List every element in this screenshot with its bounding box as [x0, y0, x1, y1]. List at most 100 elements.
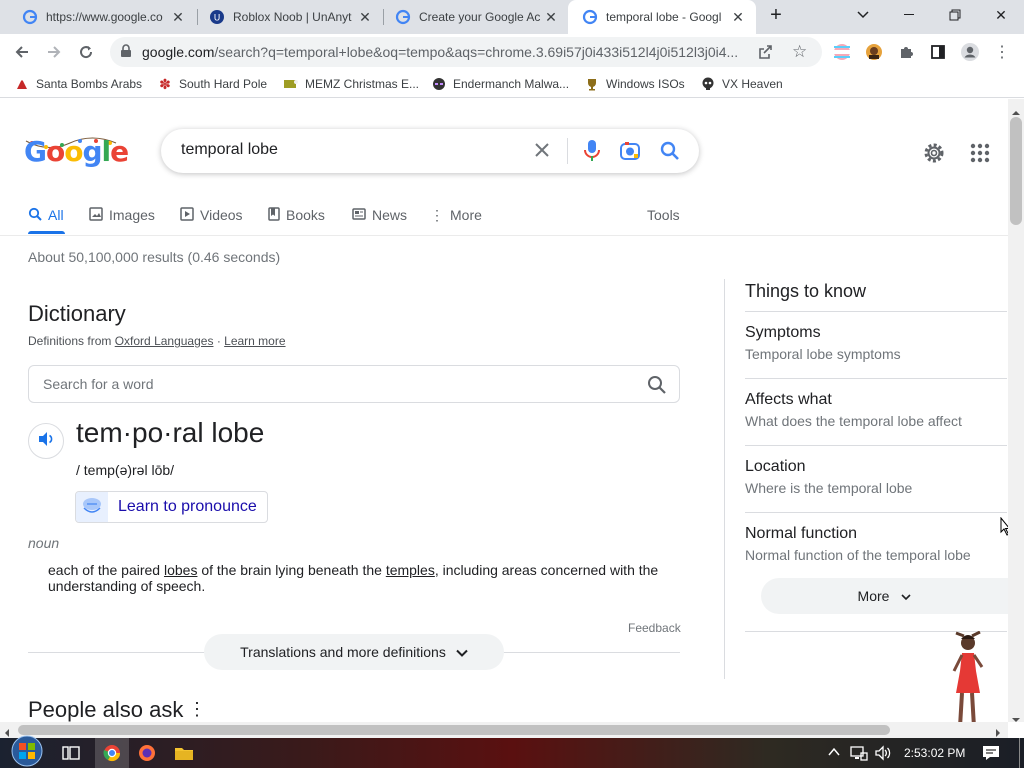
tools-button[interactable]: Tools — [647, 205, 680, 225]
settings-gear-icon[interactable] — [922, 141, 946, 170]
browser-toolbar: google.com/search?q=temporal+lobe&oq=tem… — [0, 34, 1024, 70]
taskbar-clock[interactable]: 2:53:02 PM — [904, 746, 965, 760]
word-search-icon[interactable] — [647, 375, 667, 400]
show-desktop-button[interactable] — [1019, 738, 1024, 768]
dictionary-heading: Dictionary — [28, 301, 126, 326]
tab-all[interactable]: All — [28, 205, 64, 225]
tab-label: Images — [109, 207, 155, 223]
word-search-field[interactable]: Search for a word — [28, 365, 680, 403]
tab-images[interactable]: Images — [89, 205, 155, 225]
bookmark-item[interactable]: Endermanch Malwa... — [431, 75, 569, 93]
trophy-icon — [584, 76, 600, 92]
close-tab-icon[interactable]: ✕ — [730, 9, 746, 25]
lobes-link[interactable]: lobes — [164, 562, 197, 578]
task-view-icon[interactable] — [62, 745, 80, 766]
more-options-icon[interactable]: ⋮ — [188, 699, 206, 720]
browser-tab[interactable]: https://www.google.co ✕ — [8, 0, 196, 34]
menu-kebab-icon[interactable]: ⋮ — [988, 38, 1016, 66]
pronounce-speaker-button[interactable] — [28, 423, 64, 459]
search-box[interactable]: temporal lobe — [161, 129, 699, 173]
tab-label: News — [372, 207, 408, 223]
scroll-down-icon[interactable] — [1011, 710, 1021, 728]
profile-icon[interactable] — [956, 38, 984, 66]
bookmark-item[interactable]: Windows ISOs — [584, 75, 685, 93]
share-icon[interactable] — [758, 44, 774, 63]
extension-avatar-icon[interactable] — [860, 38, 888, 66]
horizontal-scroll-thumb[interactable] — [18, 725, 890, 735]
search-icon[interactable] — [659, 140, 681, 167]
close-tab-icon[interactable]: ✕ — [543, 9, 559, 25]
tab-search-icon[interactable] — [840, 0, 886, 30]
vertical-scrollbar[interactable] — [1008, 99, 1024, 722]
result-stats: About 50,100,000 results (0.46 seconds) — [28, 249, 281, 265]
lock-icon[interactable] — [120, 44, 132, 61]
bookmark-item[interactable]: ✽ South Hard Pole — [157, 75, 267, 93]
profile-flag-icon[interactable] — [828, 38, 856, 66]
tab-label: Videos — [200, 207, 243, 223]
voice-search-icon[interactable] — [583, 139, 601, 168]
close-window-icon[interactable]: ✕ — [978, 0, 1024, 30]
clear-search-icon[interactable] — [531, 139, 553, 166]
google-g-icon — [22, 9, 38, 25]
back-icon[interactable] — [8, 38, 36, 66]
things-item[interactable]: Normal function Normal function of the t… — [745, 525, 1007, 575]
learn-more-link[interactable]: Learn more — [224, 334, 285, 348]
tab-news[interactable]: News — [352, 205, 407, 225]
firefox-icon[interactable] — [138, 744, 156, 767]
forward-icon[interactable] — [40, 38, 68, 66]
pronounce-illustration-icon — [76, 492, 108, 522]
close-tab-icon[interactable]: ✕ — [170, 9, 186, 25]
things-item-title: Normal function — [745, 525, 858, 542]
browser-tab[interactable]: Create your Google Ac ✕ — [381, 0, 569, 34]
memz-icon — [283, 76, 299, 92]
tab-videos[interactable]: Videos — [180, 205, 243, 225]
word-search-placeholder: Search for a word — [43, 376, 154, 392]
google-logo[interactable]: Google — [24, 135, 129, 169]
tab-more[interactable]: ⋮ More — [430, 205, 482, 225]
tab-title: temporal lobe - Googl — [606, 10, 722, 24]
start-button-icon[interactable] — [8, 734, 46, 773]
close-tab-icon[interactable]: ✕ — [357, 9, 373, 25]
bookmark-item[interactable]: Santa Bombs Arabs — [14, 75, 142, 93]
star-icon[interactable]: ☆ — [792, 42, 807, 62]
feedback-link[interactable]: Feedback — [628, 621, 681, 635]
learn-to-pronounce-button[interactable]: Learn to pronounce — [75, 491, 268, 523]
temples-link[interactable]: temples — [386, 562, 435, 578]
things-more-label: More — [857, 588, 890, 604]
address-bar[interactable]: google.com/search?q=temporal+lobe&oq=tem… — [110, 37, 822, 67]
things-item[interactable]: Location Where is the temporal lobe — [745, 458, 1007, 513]
action-center-icon[interactable] — [982, 745, 1000, 766]
volume-icon[interactable] — [874, 745, 892, 766]
tab-books[interactable]: Books — [268, 205, 325, 225]
bookmark-item[interactable]: MEMZ Christmas E... — [283, 75, 419, 93]
chrome-icon — [103, 744, 121, 767]
search-query-input[interactable]: temporal lobe — [181, 141, 278, 159]
google-g-icon — [582, 9, 598, 25]
show-hidden-icons-chevron[interactable] — [828, 745, 840, 764]
things-more-button[interactable]: More — [761, 578, 1008, 614]
things-item[interactable]: Symptoms Temporal lobe symptoms — [745, 324, 1007, 379]
google-g-icon — [395, 9, 411, 25]
vertical-scroll-thumb[interactable] — [1010, 117, 1022, 225]
chrome-taskbar-button[interactable] — [95, 738, 129, 768]
minimize-icon[interactable] — [886, 0, 932, 30]
things-item-title: Symptoms — [745, 324, 821, 341]
browser-tab-active[interactable]: temporal lobe - Googl ✕ — [568, 0, 756, 34]
oxford-languages-link[interactable]: Oxford Languages — [115, 334, 214, 348]
restore-icon[interactable] — [932, 0, 978, 30]
horizontal-scrollbar[interactable] — [0, 722, 1008, 738]
things-item[interactable]: Affects what What does the temporal lobe… — [745, 391, 1007, 446]
google-logo-text: Google — [24, 135, 129, 168]
file-explorer-icon[interactable] — [174, 745, 194, 766]
lens-search-icon[interactable] — [619, 140, 641, 167]
new-tab-icon[interactable]: + — [754, 0, 798, 30]
network-icon[interactable] — [850, 745, 868, 766]
side-panel-icon[interactable] — [924, 38, 952, 66]
browser-tab[interactable]: U Roblox Noob | UnAnyt ✕ — [195, 0, 383, 34]
reload-icon[interactable] — [72, 38, 100, 66]
google-apps-icon[interactable] — [970, 143, 990, 168]
translations-more-definitions-button[interactable]: Translations and more definitions — [204, 634, 504, 670]
things-item-title: Affects what — [745, 391, 832, 408]
extensions-puzzle-icon[interactable] — [892, 38, 920, 66]
bookmark-item[interactable]: VX Heaven — [700, 75, 783, 93]
